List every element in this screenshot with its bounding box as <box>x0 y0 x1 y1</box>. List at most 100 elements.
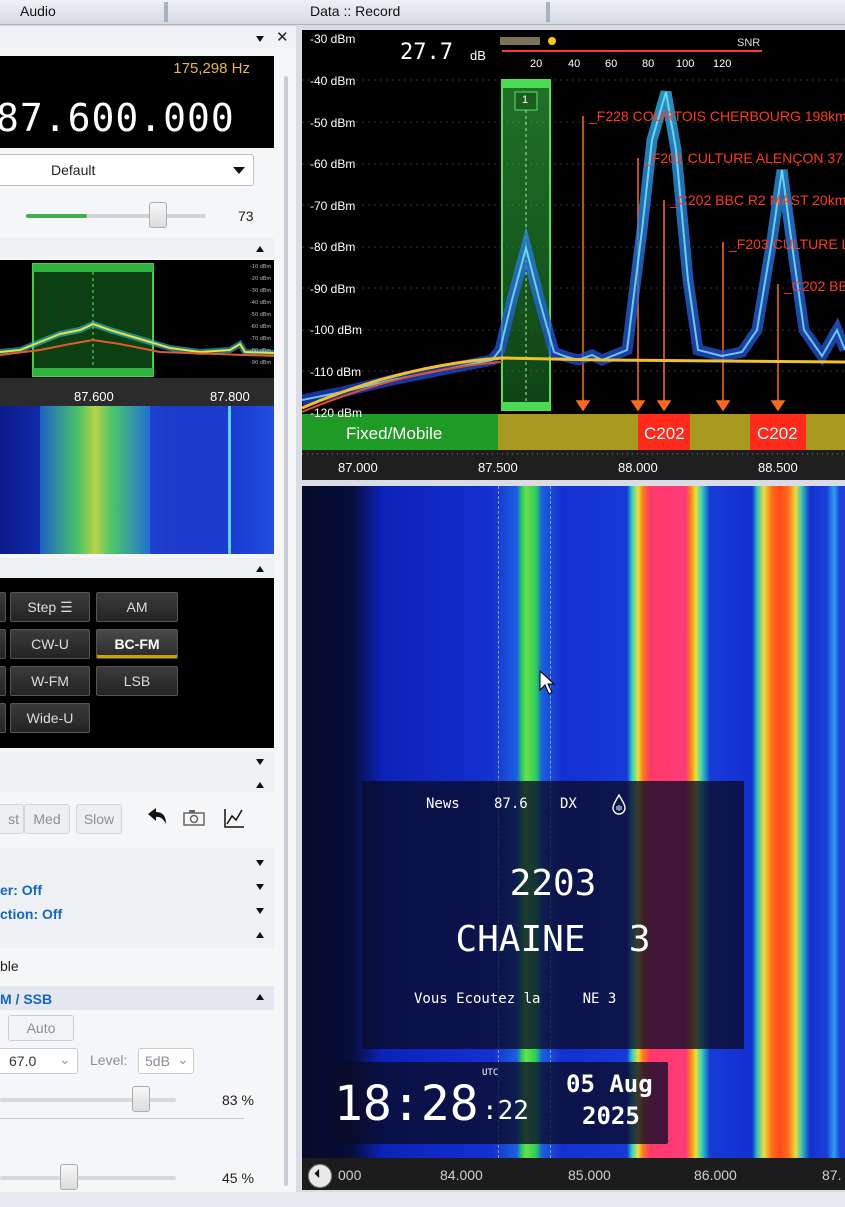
scrollbar[interactable] <box>284 76 288 1186</box>
rds-pi: 2203 <box>509 863 597 904</box>
station-label[interactable]: _C202 BBC <box>784 278 845 294</box>
mode-button-partial[interactable] <box>0 703 6 733</box>
svg-text:-40 dBm: -40 dBm <box>250 300 271 306</box>
axis-label: 85.000 <box>568 1167 611 1183</box>
snr-scale-label: 60 <box>605 58 618 70</box>
y-label: -120 dBm <box>310 406 363 420</box>
axis-label: 000 <box>338 1167 362 1183</box>
station-label[interactable]: _F203 CULTURE L <box>729 236 845 252</box>
expand-icon[interactable] <box>256 884 264 890</box>
ctcss-value: 67.0 <box>9 1053 37 1069</box>
mini-waterfall[interactable] <box>0 406 274 554</box>
agc-fast-button[interactable]: st <box>0 804 24 834</box>
y-label: -70 dBm <box>310 199 356 213</box>
mode-wideu-button[interactable]: Wide-U <box>10 703 90 733</box>
level-select[interactable]: 5dB ⌄ <box>138 1048 194 1074</box>
divider <box>0 1118 244 1119</box>
close-icon[interactable]: ✕ <box>276 28 289 46</box>
gain-value: 73 <box>238 208 254 224</box>
rds-pty: News <box>426 796 460 812</box>
ctcss-select[interactable]: 67.0 ⌄ <box>0 1048 78 1074</box>
correction-status[interactable]: ction: Off <box>0 906 62 922</box>
drop-icon <box>612 793 626 815</box>
collapse-icon[interactable] <box>256 932 264 938</box>
snr-scale-label: 100 <box>676 58 695 70</box>
waterfall-axis: ⏴ 000 84.000 85.000 86.000 87. <box>302 1158 845 1190</box>
offset-hz: 175,298 Hz <box>173 60 250 77</box>
mode-lsb-button[interactable]: LSB <box>96 666 178 696</box>
slider-thumb[interactable] <box>149 202 168 228</box>
station-label[interactable]: _F201 CULTURE ALENÇON 37 <box>644 150 843 166</box>
y-label: -50 dBm <box>310 116 356 130</box>
mode-button-partial[interactable] <box>0 666 6 696</box>
slider-thumb[interactable] <box>132 1086 151 1112</box>
filter-status[interactable]: er: Off <box>0 882 42 898</box>
svg-text:-10 dBm: -10 dBm <box>250 264 271 270</box>
svg-text:-30 dBm: -30 dBm <box>250 288 271 294</box>
spectrum-plot <box>302 37 845 480</box>
expand-icon[interactable] <box>256 860 264 866</box>
slider-track <box>0 1176 176 1180</box>
axis-label: 87.800 <box>210 389 250 404</box>
station-label[interactable]: _C202 BBC R2 MAST 20km <box>670 192 845 208</box>
rds-frequency: 87.6 <box>494 796 528 812</box>
snr-label: SNR <box>737 37 761 49</box>
clock-date: 05 Aug <box>566 1070 653 1098</box>
y-label: -90 dBm <box>310 282 356 296</box>
expand-icon[interactable] <box>256 759 264 765</box>
mode-am-button[interactable]: AM <box>96 592 178 622</box>
profile-dropdown[interactable]: Default <box>0 154 254 186</box>
mode-bcfm-button[interactable]: BC-FM <box>96 629 178 659</box>
frequency-display[interactable]: 175,298 Hz 87.600.000 <box>0 56 274 148</box>
collapse-icon[interactable] <box>256 246 264 252</box>
x-label: 88.500 <box>758 460 798 475</box>
agc-med-button[interactable]: Med <box>24 804 70 834</box>
top-bar: Audio Data :: Record <box>0 0 845 25</box>
step-button[interactable]: Step ☰ <box>10 592 90 622</box>
level-label: Level: <box>90 1052 128 1068</box>
volume-value: 45 % <box>222 1170 254 1186</box>
rewind-button[interactable]: ⏴ <box>308 1164 332 1188</box>
mode-wfm-button[interactable]: W-FM <box>10 666 90 696</box>
agc-slow-button[interactable]: Slow <box>76 804 122 834</box>
mode-section-title: M / SSB <box>0 991 53 1007</box>
signal-trace <box>228 406 231 554</box>
collapse-icon[interactable] <box>256 782 264 788</box>
axis-label: 84.000 <box>440 1167 483 1183</box>
slider-thumb[interactable] <box>60 1164 79 1190</box>
snr-scale-label: 20 <box>530 58 543 70</box>
mode-button-partial[interactable] <box>0 592 6 622</box>
chart-icon[interactable] <box>222 806 246 830</box>
filter-section: er: Off ction: Off <box>0 848 274 948</box>
clock-utc: UTC <box>482 1068 499 1078</box>
y-label: -40 dBm <box>310 74 356 88</box>
chevron-down-icon: ⌄ <box>59 1051 71 1067</box>
mode-cwu-button[interactable]: CW-U <box>10 629 90 659</box>
spectrum-view[interactable]: -30 dBm -40 dBm -50 dBm -60 dBm -70 dBm … <box>302 30 845 480</box>
mode-button-partial[interactable] <box>0 629 6 659</box>
snr-scale-label: 120 <box>713 58 732 70</box>
clock-overlay: 18:28 UTC :22 05 Aug 2025 <box>330 1062 668 1144</box>
expand-icon[interactable] <box>256 908 264 914</box>
snr-unit: dB <box>470 48 486 63</box>
gain-slider[interactable]: 73 <box>0 200 296 230</box>
mini-spectrum[interactable]: -10 dBm -20 dBm -30 dBm -40 dBm -50 dBm -60 … <box>0 260 274 378</box>
mini-spectrum-plot: -10 dBm -20 dBm -30 dBm -40 dBm -50 dBm -60 … <box>0 263 274 377</box>
station-label[interactable]: _F228 COURTOIS CHERBOURG 198km <box>589 108 845 124</box>
rds-dx: DX <box>560 796 577 812</box>
auto-button[interactable]: Auto <box>8 1015 74 1041</box>
volume-slider[interactable]: 45 % <box>0 1162 274 1192</box>
undo-icon[interactable] <box>142 806 168 828</box>
collapse-icon[interactable] <box>256 994 264 1000</box>
tab-data-record[interactable]: Data :: Record <box>310 3 400 21</box>
band-label: C202 <box>644 424 685 443</box>
squelch-slider[interactable]: 83 % <box>0 1084 274 1114</box>
enable-label[interactable]: ble <box>0 958 19 974</box>
collapse-icon[interactable] <box>256 36 264 42</box>
tab-audio[interactable]: Audio <box>20 3 56 21</box>
camera-icon[interactable] <box>182 808 208 828</box>
collapse-icon[interactable] <box>256 566 264 572</box>
channel-marker[interactable]: 1 <box>522 94 528 106</box>
y-label: -30 dBm <box>310 32 356 46</box>
profile-value: Default <box>51 162 96 178</box>
